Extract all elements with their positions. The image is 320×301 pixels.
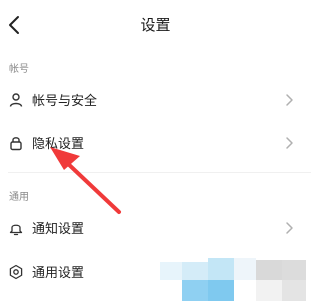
red-arrow-annotation — [50, 147, 121, 214]
